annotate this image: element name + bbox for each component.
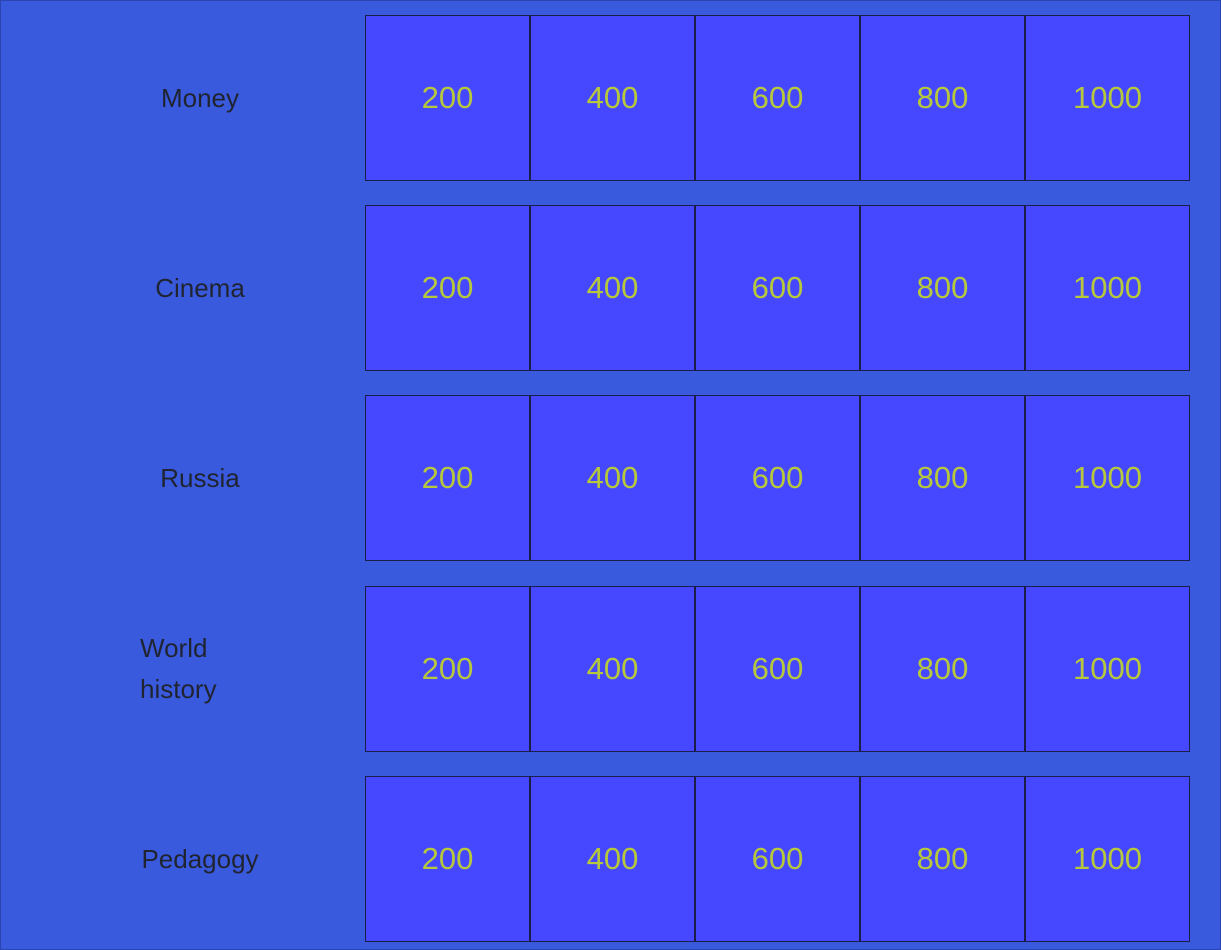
category-label: Money [1, 15, 399, 181]
category-label: Pedagogy [1, 776, 399, 942]
category-label: World history [1, 586, 399, 752]
value-tile[interactable]: 400 [530, 776, 695, 942]
value-tile[interactable]: 1000 [1025, 395, 1190, 561]
value-tile[interactable]: 1000 [1025, 205, 1190, 371]
value-tile[interactable]: 800 [860, 205, 1025, 371]
value-tile[interactable]: 800 [860, 15, 1025, 181]
value-tile[interactable]: 600 [695, 15, 860, 181]
category-label-text: Money [160, 82, 240, 113]
value-tile[interactable]: 400 [530, 395, 695, 561]
value-tile[interactable]: 1000 [1025, 586, 1190, 752]
value-tile[interactable]: 800 [860, 586, 1025, 752]
value-tile[interactable]: 200 [365, 586, 530, 752]
board-row: Cinema 200 400 600 800 1000 [1, 205, 1221, 371]
board-row: World history 200 400 600 800 1000 [1, 586, 1221, 752]
value-tile[interactable]: 800 [860, 776, 1025, 942]
value-tile[interactable]: 400 [530, 15, 695, 181]
category-label: Russia [1, 395, 399, 561]
value-tile[interactable]: 400 [530, 586, 695, 752]
value-tile[interactable]: 200 [365, 205, 530, 371]
category-label-text: World history [140, 633, 217, 704]
value-tile[interactable]: 600 [695, 395, 860, 561]
board-row: Pedagogy 200 400 600 800 1000 [1, 776, 1221, 942]
board-row: Money 200 400 600 800 1000 [1, 15, 1221, 181]
value-tile[interactable]: 200 [365, 776, 530, 942]
value-tile[interactable]: 600 [695, 205, 860, 371]
board-row: Russia 200 400 600 800 1000 [1, 395, 1221, 561]
value-tile[interactable]: 1000 [1025, 776, 1190, 942]
value-tile[interactable]: 200 [365, 15, 530, 181]
value-tile[interactable]: 1000 [1025, 15, 1190, 181]
value-tile[interactable]: 400 [530, 205, 695, 371]
value-tile[interactable]: 600 [695, 586, 860, 752]
category-label-text: Russia [160, 462, 240, 493]
category-label-text: Pedagogy [141, 843, 259, 874]
category-label: Cinema [1, 205, 399, 371]
value-tile[interactable]: 600 [695, 776, 860, 942]
value-tile[interactable]: 200 [365, 395, 530, 561]
value-tile[interactable]: 800 [860, 395, 1025, 561]
category-label-text: Cinema [155, 272, 245, 303]
jeopardy-board: Money 200 400 600 800 1000 Cinema 200 400 600 800 1… [0, 0, 1221, 950]
